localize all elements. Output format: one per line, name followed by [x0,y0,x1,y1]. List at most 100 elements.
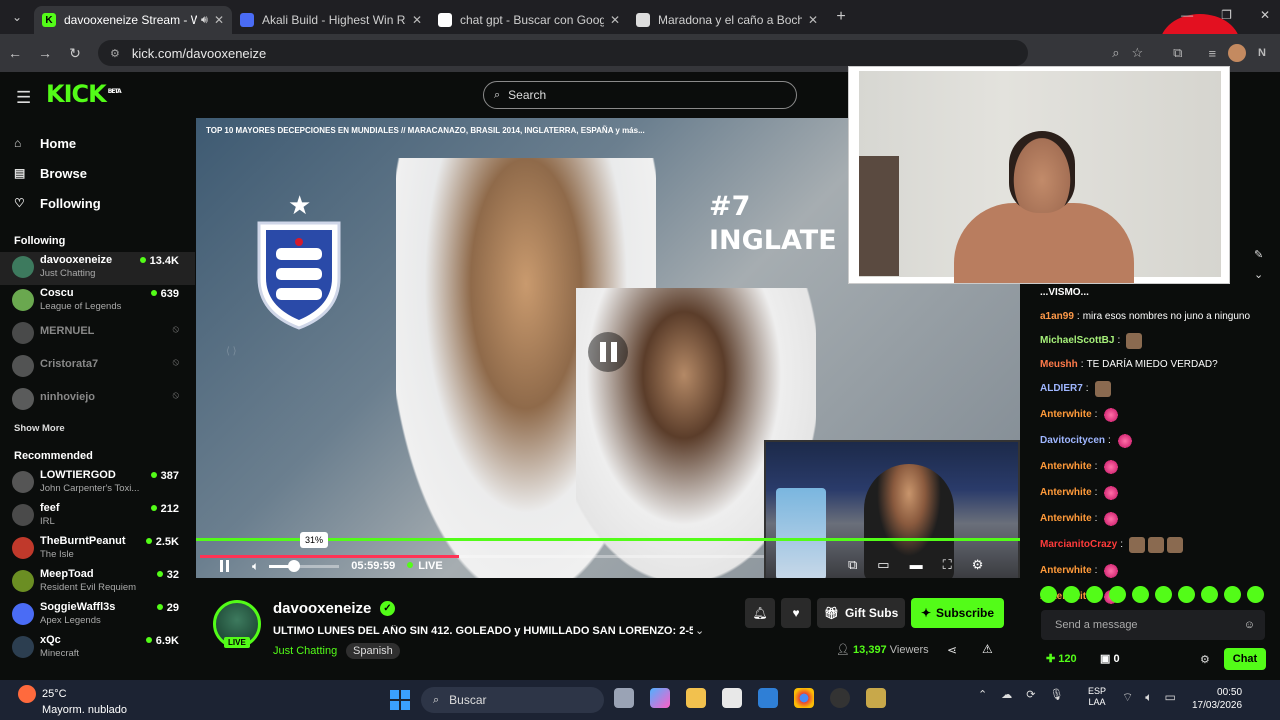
channel-points[interactable]: ✚ 120 [1046,652,1077,665]
following-channel[interactable]: davooxeneize Just Chatting 13.4K [0,252,195,285]
quick-emote-icon[interactable] [1224,586,1241,603]
quick-emote-icon[interactable] [1178,586,1195,603]
sync-icon[interactable]: ⟳ [1026,688,1035,701]
quick-emote-icon[interactable] [1040,586,1057,603]
steam-icon[interactable] [830,688,850,708]
quick-emote-icon[interactable] [1086,586,1103,603]
following-channel[interactable]: MERNUEL ⦸ [0,318,195,351]
recommended-channel[interactable]: feef IRL 212 [0,500,195,533]
pip-icon[interactable]: ⧉ [848,557,857,573]
chat-username[interactable]: MarcianitoCrazy [1040,539,1117,551]
gift-subs-button[interactable]: 🎁︎ Gift Subs [817,598,905,628]
reload-icon[interactable]: ↻ [60,45,90,62]
chevron-down-icon[interactable]: ⌄ [695,624,704,637]
recommended-channel[interactable]: TheBurntPeanut The Isle 2.5K [0,533,195,566]
clip-icon[interactable]: ▭ [877,557,889,573]
volume-slider[interactable] [269,559,340,572]
close-tab-icon[interactable]: ✕ [412,13,422,27]
hamburger-menu-icon[interactable]: ☰ [16,88,31,108]
close-tab-icon[interactable]: ✕ [808,13,818,27]
tab-audio-icon[interactable]: 🔊︎ [201,14,208,27]
chat-username[interactable]: Anterwhite [1040,487,1092,499]
taskbar-search[interactable]: ⌕ Buscar [421,687,604,713]
file-explorer-icon[interactable] [686,688,706,708]
minimize-icon[interactable]: — [1181,8,1193,22]
extensions-icon[interactable]: ⧉ [1173,45,1182,61]
chat-settings-icon[interactable]: ⚙ [1200,653,1210,666]
browser-tab[interactable]: Kdavooxeneize Stream - Wa 🔊︎ ✕ [34,6,232,34]
kick-logo[interactable]: KICK BETA [46,80,122,108]
chat-username[interactable]: ALDIER7 [1040,383,1083,395]
report-icon[interactable]: ⚠ [982,642,993,656]
close-window-icon[interactable]: ✕ [1260,8,1270,22]
windows-start-icon[interactable] [390,690,410,710]
mail-icon[interactable] [758,688,778,708]
tab-search-icon[interactable]: ⌄ [0,0,34,34]
drops-counter[interactable]: ▣ 0 [1100,652,1120,665]
show-more-link[interactable]: Show More [0,417,195,441]
copilot-icon[interactable] [650,688,670,708]
forward-icon[interactable]: → [30,45,60,61]
close-tab-icon[interactable]: ✕ [214,13,224,27]
input-language[interactable]: ESP LAA [1088,686,1106,708]
language-tag[interactable]: Spanish [346,643,400,659]
chat-username[interactable]: Davitocitycen [1040,435,1105,447]
emoji-icon[interactable]: ☺ [1244,619,1255,631]
chat-username[interactable]: Anterwhite [1040,565,1092,577]
browser-tab[interactable]: chat gpt - Buscar con Google ✕ [430,6,628,34]
zoom-icon[interactable]: ⌕ [1112,45,1119,61]
recommended-channel[interactable]: LOWTIERGOD John Carpenter's Toxi... 387 [0,467,195,500]
recommended-channel[interactable]: xQc Minecraft 6.9K [0,632,195,665]
chat-send-button[interactable]: Chat [1224,648,1266,670]
network-volume-battery[interactable]: ⌔ 🔈︎ ▭ [1122,690,1176,705]
quick-emote-icon[interactable] [1132,586,1149,603]
following-channel[interactable]: ninhoviejo ⦸ [0,384,195,417]
quick-emote-icon[interactable] [1247,586,1264,603]
pin-icon[interactable]: ✎ [1254,248,1263,261]
chevron-up-icon[interactable]: ⌃ [978,688,987,701]
chat-username[interactable]: Anterwhite [1040,409,1092,421]
media-controls-icon[interactable]: ≡ [1208,46,1216,61]
chat-username[interactable]: Anterwhite [1040,513,1092,525]
volume-knob[interactable] [288,559,301,572]
chrome-icon[interactable] [794,688,814,708]
category-link[interactable]: Just Chatting [273,645,337,657]
browser-tab[interactable]: Akali Build - Highest Win Rate ✕ [232,6,430,34]
fullscreen-icon[interactable]: ⛶ [943,557,952,573]
settings-gear-icon[interactable]: ⚙ [972,557,984,573]
avatar[interactable] [1228,44,1247,62]
browser-tab[interactable]: Maradona y el caño a Bochini ✕ [628,6,826,34]
microphone-icon[interactable]: 🎙︎ [1049,688,1063,701]
notification-bell-button[interactable]: 🔔︎ [745,598,775,628]
league-icon[interactable] [866,688,886,708]
sidebar-item-following[interactable]: ♡ Following [0,188,195,218]
bookmark-star-icon[interactable]: ☆ [1132,45,1144,61]
chevron-down-icon[interactable]: ⌄ [1254,268,1263,281]
sidebar-item-home[interactable]: ⌂ Home [0,128,195,158]
profile-initial[interactable]: N [1258,47,1266,59]
quick-emote-icon[interactable] [1155,586,1172,603]
following-channel[interactable]: Cristorata7 ⦸ [0,351,195,384]
following-channel[interactable]: Coscu League of Legends 639 [0,285,195,318]
store-icon[interactable] [722,688,742,708]
close-tab-icon[interactable]: ✕ [610,13,620,27]
chat-username[interactable]: MichaelScottBJ [1040,335,1114,347]
recommended-channel[interactable]: MeepToad Resident Evil Requiem 32 [0,566,195,599]
task-view-icon[interactable] [614,688,634,708]
share-icon[interactable]: ⋖ [947,643,957,657]
weather-widget[interactable]: 25°C Mayorm. nublado [18,685,127,717]
recommended-channel[interactable]: SoggieWaffl3s Apex Legends 29 [0,599,195,632]
search-input[interactable]: ⌕ Search [483,81,797,109]
site-info-icon[interactable]: ⚙ [110,47,120,60]
new-tab-button[interactable]: + [826,8,856,26]
chat-username[interactable]: Anterwhite [1040,461,1092,473]
chat-username[interactable]: a1an99 [1040,311,1074,323]
follow-heart-button[interactable]: ♥ [781,598,811,628]
chat-username[interactable]: Meushh [1040,359,1078,371]
chat-message-input[interactable]: Send a message ☺ [1041,610,1265,640]
maximize-icon[interactable]: ❐ [1221,8,1232,22]
quick-emote-icon[interactable] [1063,586,1080,603]
theater-icon[interactable]: ▬ [910,557,923,573]
cloud-icon[interactable]: ☁ [1001,688,1012,701]
volume-icon[interactable]: 🔈︎ [252,559,259,574]
